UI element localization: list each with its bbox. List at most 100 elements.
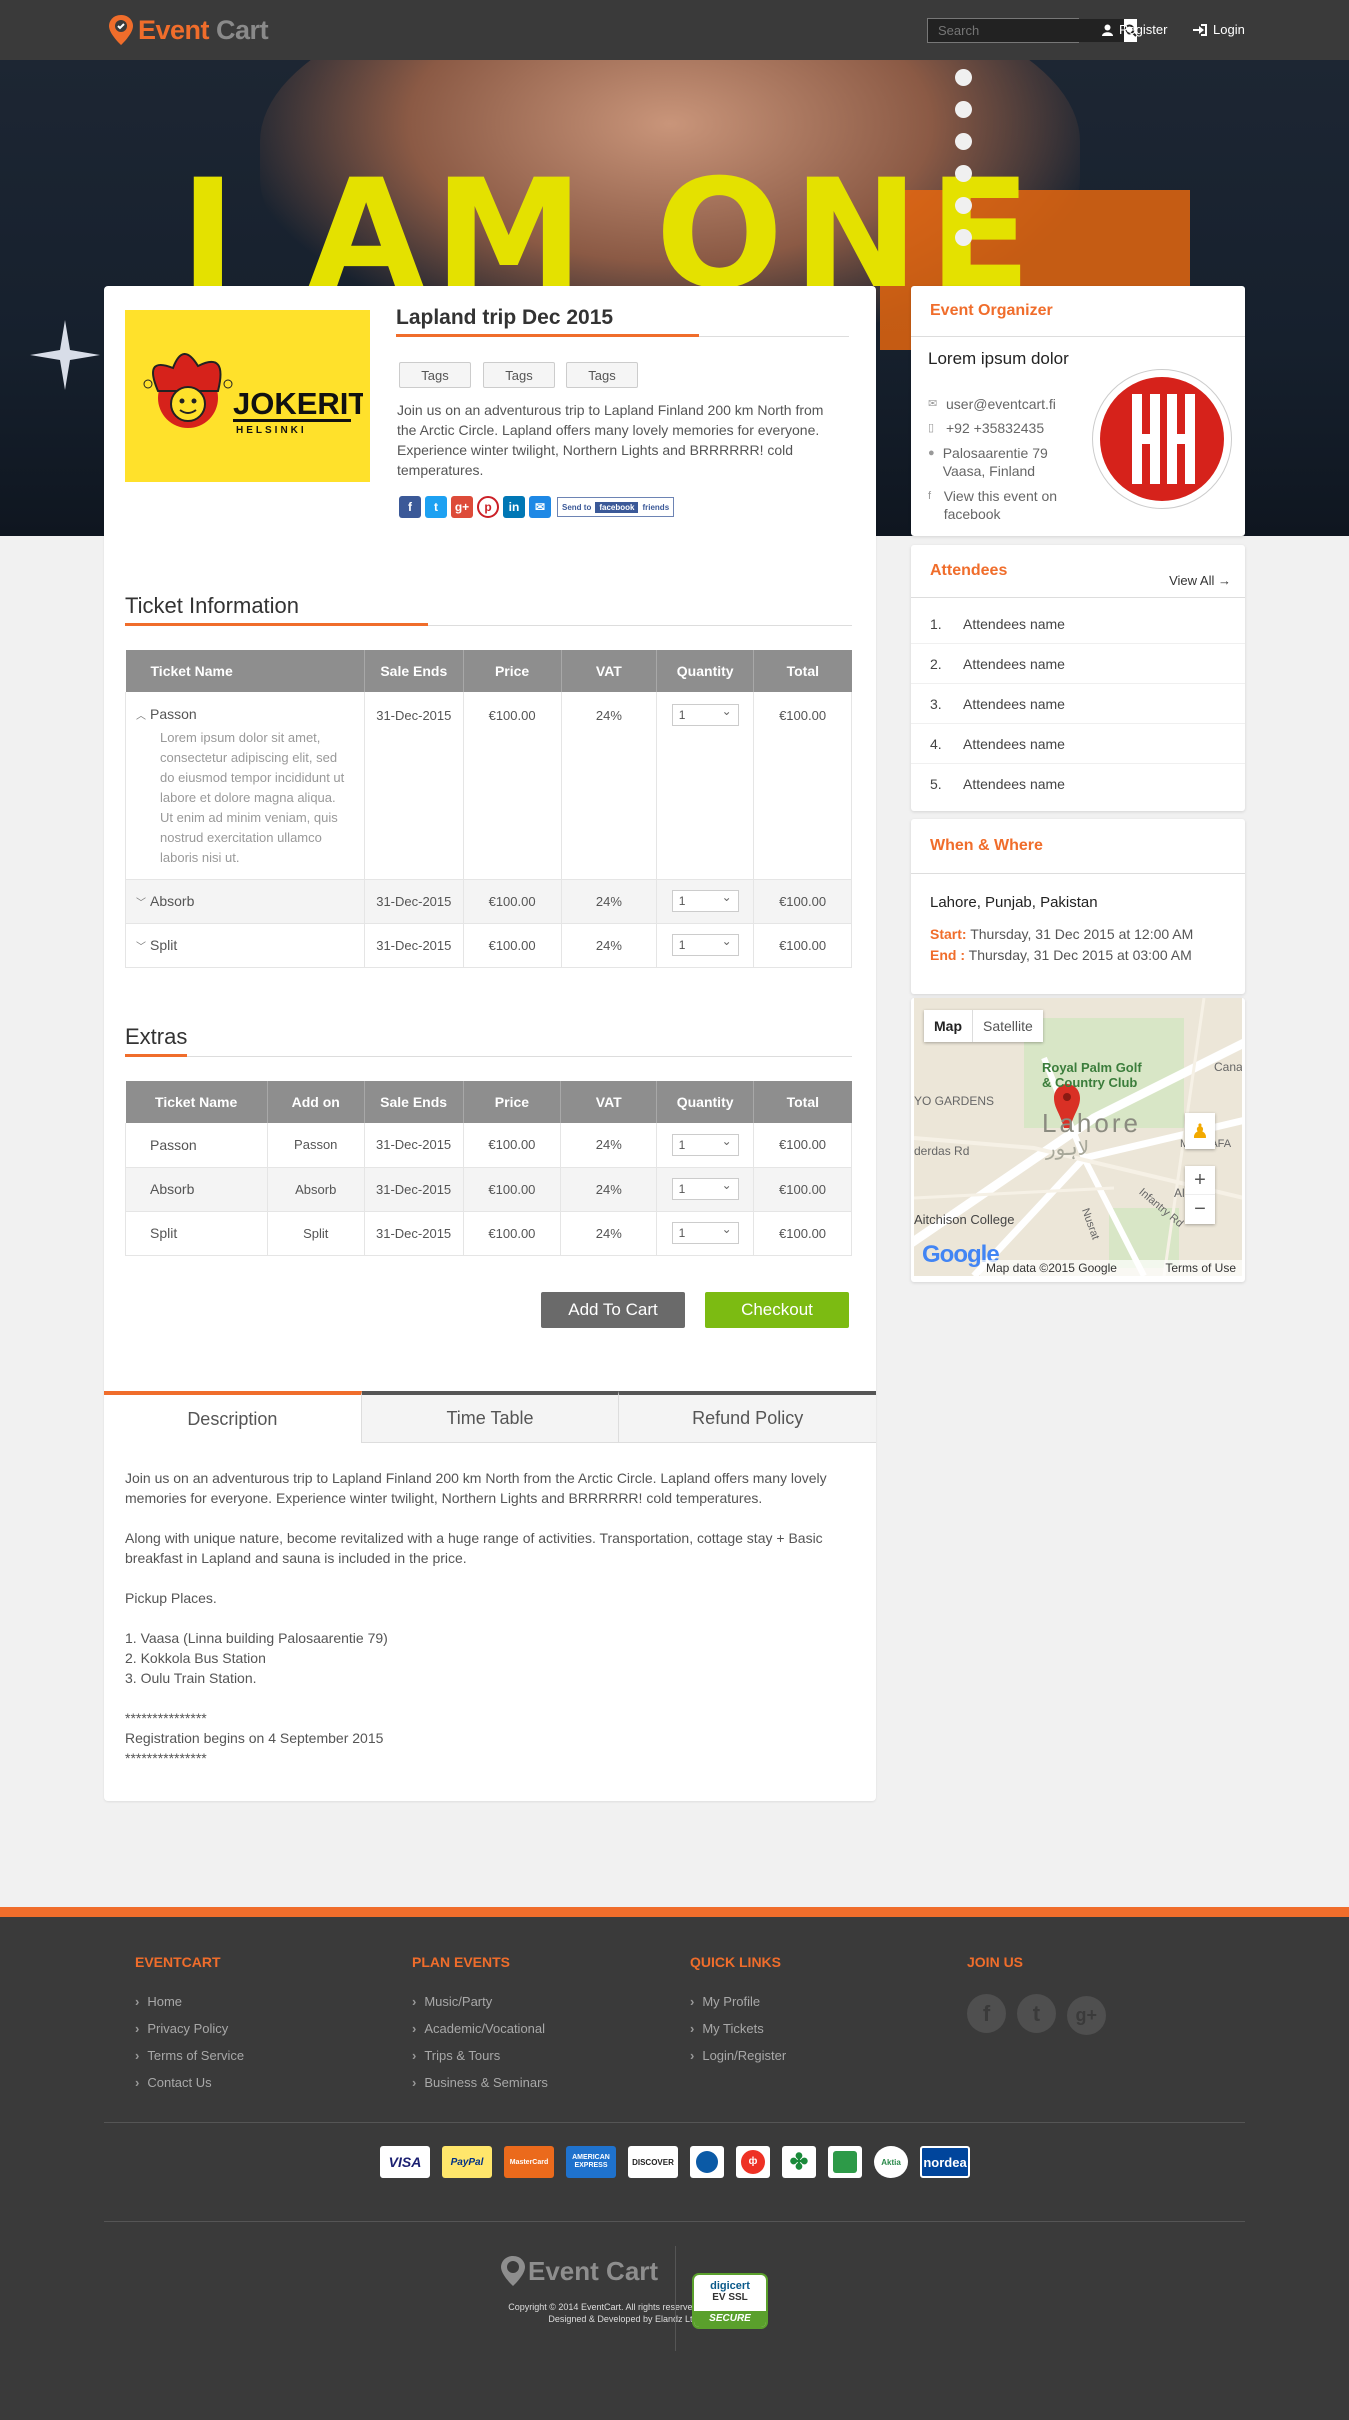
map-view-button[interactable]: Map — [924, 1010, 972, 1042]
ticket-name-cell[interactable]: ︿ Passon Lorem ipsum dolor sit amet, cons… — [125, 692, 365, 880]
extra-name-cell: Absorb — [125, 1167, 268, 1212]
attendee-row[interactable]: 5. Attendees name — [911, 764, 1245, 804]
tag-chip[interactable]: Tags — [483, 362, 555, 388]
quantity-select[interactable]: 1 — [671, 1133, 739, 1156]
send-to-facebook-button[interactable]: Send to facebook friends — [557, 497, 675, 517]
attendee-row[interactable]: 2. Attendees name — [911, 644, 1245, 684]
tag-chip[interactable]: Tags — [566, 362, 638, 388]
footer-link[interactable]: › Academic/Vocational — [412, 2021, 548, 2036]
price-cell: €100.00 — [463, 923, 562, 968]
organizer-phone-row: ▯ +92 +35832435 — [928, 419, 1044, 437]
location-map[interactable]: Map Satellite Lahore لاہور Royal Palm Go… — [914, 998, 1242, 1276]
zoom-out-button[interactable]: − — [1185, 1195, 1215, 1224]
end-time: Thursday, 31 Dec 2015 at 03:00 AM — [968, 947, 1192, 963]
chevron-up-icon[interactable]: ︿ — [136, 707, 150, 722]
footer-link[interactable]: › My Tickets — [690, 2021, 786, 2036]
footer-link[interactable]: › Login/Register — [690, 2048, 786, 2063]
organizer-facebook-link[interactable]: View this event on facebook — [944, 487, 1078, 523]
site-logo[interactable]: Event Cart — [106, 10, 269, 50]
chevron-down-icon[interactable]: ﹀ — [136, 938, 150, 953]
digicert-badge: digicert EV SSL SECURE — [692, 2273, 768, 2329]
event-main-card: JOKERIT HELSINKI Lapland trip Dec 2015 T… — [104, 286, 877, 1801]
tab-refund-policy[interactable]: Refund Policy — [619, 1391, 877, 1443]
facebook-icon[interactable]: f — [967, 1994, 1006, 2033]
description-line: *************** — [125, 1750, 207, 1766]
sale-ends-cell: 31-Dec-2015 — [364, 923, 464, 968]
organizer-facebook-row: f View this event on facebook — [928, 487, 1078, 523]
add-to-cart-button[interactable]: Add To Cart — [541, 1292, 685, 1328]
addon-cell: Split — [267, 1211, 365, 1256]
ticket-table-header: Ticket Name Sale Ends Price VAT Quantity… — [125, 650, 852, 692]
total-cell: €100.00 — [753, 923, 852, 968]
start-time: Thursday, 31 Dec 2015 at 12:00 AM — [970, 926, 1194, 942]
chevron-down-icon[interactable]: ﹀ — [136, 894, 150, 909]
ticket-table: Ticket Name Sale Ends Price VAT Quantity… — [125, 650, 852, 968]
tag-chip[interactable]: Tags — [399, 362, 471, 388]
table-row: ︿ Passon Lorem ipsum dolor sit amet, cons… — [125, 692, 852, 880]
ticket-name-cell[interactable]: ﹀ Absorb — [125, 879, 365, 924]
street-view-pegman-icon[interactable]: ♟ — [1185, 1113, 1215, 1149]
tab-time-table[interactable]: Time Table — [361, 1391, 620, 1443]
quantity-select[interactable]: 1 — [671, 1178, 739, 1200]
col-quantity: Quantity — [656, 1081, 755, 1123]
twitter-icon[interactable]: t — [1016, 1994, 1056, 2033]
share-buttons: f t g+ p in ✉ Send to facebook friends — [399, 496, 675, 518]
facebook-icon[interactable]: f — [399, 496, 421, 518]
footer-link-label: Academic/Vocational — [424, 2021, 546, 2036]
login-link[interactable]: Login — [1193, 22, 1245, 37]
map-pin-icon — [109, 15, 133, 45]
footer-link-label: Contact Us — [147, 2075, 212, 2090]
search-input[interactable] — [928, 19, 1124, 42]
table-row: ﹀Absorb 31-Dec-2015 €100.00 24% 1 €100.0… — [125, 879, 852, 924]
footer-link-label: Trips & Tours — [424, 2048, 501, 2063]
quantity-select[interactable]: 1 — [671, 1222, 739, 1244]
footer-link[interactable]: › Contact Us — [135, 2075, 244, 2090]
ev-ssl-label: EV SSL — [712, 2292, 748, 2303]
footer-link[interactable]: › Trips & Tours — [412, 2048, 548, 2063]
mobile-icon: ▯ — [928, 422, 935, 434]
chevron-right-icon: › — [690, 2048, 695, 2063]
attendee-row[interactable]: 3. Attendees name — [911, 684, 1245, 724]
linkedin-icon[interactable]: in — [503, 496, 525, 518]
jokerit-logo: JOKERIT HELSINKI — [143, 353, 363, 436]
google-plus-icon[interactable]: g+ — [1066, 1995, 1106, 2035]
twitter-icon[interactable]: t — [425, 496, 447, 518]
start-label: Start: — [930, 926, 967, 942]
developer-line: Designed & Developed by Elandz Ltd. — [548, 2314, 700, 2324]
register-link[interactable]: Register — [1102, 22, 1167, 37]
attendee-row[interactable]: 1. Attendees name — [911, 604, 1245, 644]
map-data-text: Map data ©2015 Google — [986, 1261, 1117, 1275]
organizer-email[interactable]: user@eventcart.fi — [946, 395, 1056, 413]
checkout-button[interactable]: Checkout — [705, 1292, 849, 1328]
zoom-in-button[interactable]: + — [1185, 1166, 1215, 1195]
quantity-select[interactable]: 1 — [671, 704, 739, 726]
tab-description[interactable]: Description — [104, 1391, 362, 1443]
col-price: Price — [463, 1081, 562, 1123]
footer-link[interactable]: › My Profile — [690, 1994, 786, 2009]
arrow-right-icon: → — [1218, 573, 1231, 588]
mastercard-icon: MasterCard — [504, 2146, 554, 2178]
footer-divider — [104, 2122, 1245, 2123]
google-plus-icon[interactable]: g+ — [451, 496, 473, 518]
ticket-description: Lorem ipsum dolor sit amet, consectetur … — [160, 730, 345, 865]
attendee-row[interactable]: 4. Attendees name — [911, 724, 1245, 764]
footer-link[interactable]: › Privacy Policy — [135, 2021, 244, 2036]
email-icon[interactable]: ✉ — [529, 496, 551, 518]
terms-of-use-link[interactable]: Terms of Use — [1165, 1261, 1236, 1275]
quantity-select[interactable]: 1 — [671, 934, 739, 956]
total-cell: €100.00 — [753, 692, 852, 880]
pinterest-icon[interactable]: p — [477, 496, 499, 518]
view-all-link[interactable]: View All → — [1169, 573, 1231, 588]
paypal-icon: PayPal — [442, 2146, 492, 2178]
footer-link[interactable]: › Business & Seminars — [412, 2075, 548, 2090]
login-label: Login — [1213, 22, 1245, 37]
footer-link[interactable]: › Home — [135, 1994, 244, 2009]
footer-link[interactable]: › Terms of Service — [135, 2048, 244, 2063]
ticket-name-cell[interactable]: ﹀ Split — [125, 923, 365, 968]
footer-logo[interactable]: Event Cart — [498, 2253, 658, 2289]
footer-link[interactable]: › Music/Party — [412, 1994, 548, 2009]
quantity-select[interactable]: 1 — [671, 890, 739, 912]
satellite-view-button[interactable]: Satellite — [972, 1010, 1043, 1042]
footer-logo-text: Event Cart — [528, 2256, 658, 2287]
col-add-on: Add on — [267, 1081, 365, 1123]
